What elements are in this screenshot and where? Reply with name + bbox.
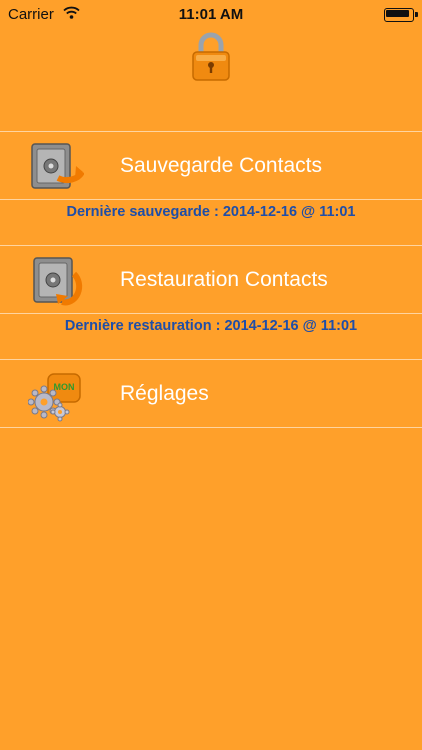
settings-gears-icon: MON: [27, 366, 84, 422]
divider: [0, 313, 422, 314]
backup-contacts-label: Sauvegarde Contacts: [120, 154, 322, 177]
padlock-icon: [187, 30, 235, 82]
last-restore-info: Dernière restauration : 2014-12-16 @ 11:…: [64, 318, 358, 334]
settings-icon-badge: MON: [54, 382, 75, 392]
safe-icon: [28, 252, 84, 308]
restore-contacts-row[interactable]: Restauration Contacts: [0, 246, 422, 313]
battery-icon: [384, 8, 418, 22]
last-backup-info: Dernière sauvegarde : 2014-12-16 @ 11:01: [66, 204, 356, 220]
restore-contacts-label: Restauration Contacts: [120, 268, 328, 291]
backup-contacts-row[interactable]: Sauvegarde Contacts: [0, 132, 422, 199]
status-bar: Carrier 11:01 AM: [0, 0, 422, 30]
safe-icon: [28, 138, 85, 194]
settings-row[interactable]: MON Réglages: [0, 360, 422, 427]
divider: [0, 427, 422, 428]
settings-label: Réglages: [120, 382, 209, 405]
clock: 11:01 AM: [178, 6, 244, 23]
divider: [0, 199, 422, 200]
